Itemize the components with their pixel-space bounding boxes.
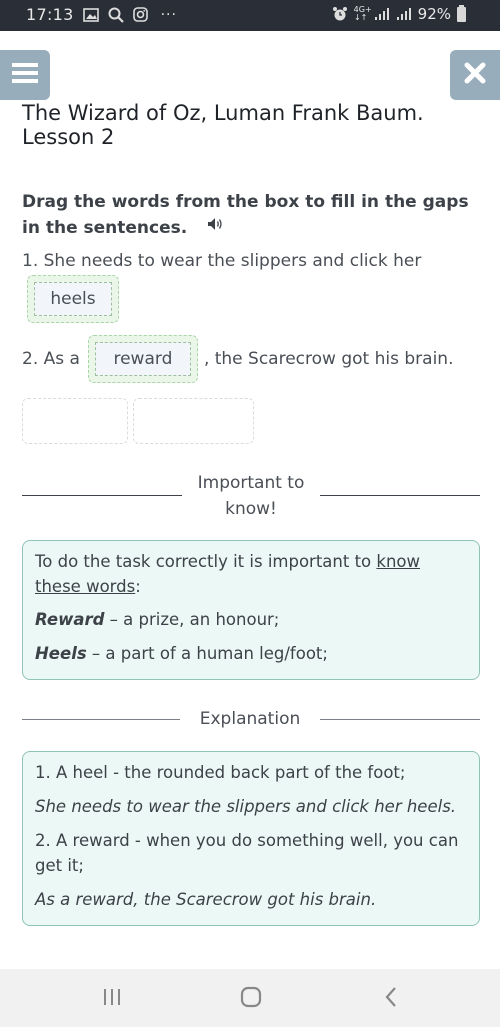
- explanation-heading: Explanation: [199, 709, 301, 729]
- network-type: 4G+: [353, 5, 372, 14]
- explanation-line: 2. A reward - when you do something well…: [35, 831, 459, 875]
- important-divider: Important to know!: [22, 470, 480, 525]
- divider-line: [22, 719, 180, 720]
- status-bar: 17:13 ··· 4G+ ↓↑ 92%: [0, 0, 500, 31]
- word-bank-slot[interactable]: [22, 398, 128, 444]
- word-chip-heels[interactable]: heels: [34, 282, 112, 316]
- gallery-icon: [82, 7, 99, 22]
- definition: – a part of a human leg/foot;: [86, 644, 328, 663]
- network-4g-icon: 4G+ ↓↑: [353, 5, 372, 22]
- intro-colon: :: [135, 577, 141, 596]
- alarm-icon: [332, 6, 348, 22]
- sentence-2-after: , the Scarecrow got his brain.: [203, 349, 454, 369]
- more-notifications-icon: ···: [160, 6, 177, 23]
- explanation-divider: Explanation: [22, 706, 480, 734]
- back-button[interactable]: [371, 985, 411, 1013]
- term: Heels: [35, 644, 87, 663]
- vocabulary-item: Reward – a prize, an honour;: [35, 607, 467, 632]
- definition: – a prize, an honour;: [104, 610, 280, 629]
- recent-apps-button[interactable]: [92, 985, 132, 1013]
- vocabulary-intro: To do the task correctly it is important…: [35, 549, 467, 599]
- signal-icon: [374, 7, 390, 21]
- sentence-2-before: 2. As a: [22, 349, 80, 369]
- hamburger-icon: [12, 62, 38, 88]
- instagram-icon: [132, 7, 148, 22]
- home-icon: [240, 986, 262, 1012]
- home-button[interactable]: [231, 985, 271, 1013]
- divider-line: [320, 719, 480, 720]
- sentence-1: 1. She needs to wear the slippers and cl…: [22, 251, 422, 271]
- divider-line: [22, 495, 182, 496]
- back-icon: [384, 986, 398, 1012]
- word-chip-reward[interactable]: reward: [94, 342, 191, 376]
- recent-apps-icon: [102, 988, 122, 1010]
- gap-2-drop-zone[interactable]: reward: [87, 335, 198, 383]
- battery-icon: [457, 4, 466, 22]
- search-icon: [108, 7, 124, 23]
- example-sentence: As a reward, the Scarecrow got his brain…: [35, 890, 377, 909]
- lesson-title: The Wizard of Oz, Luman Frank Baum. Less…: [22, 101, 424, 149]
- speaker-icon[interactable]: [207, 213, 225, 239]
- intro-text: To do the task correctly it is important…: [35, 552, 377, 571]
- close-button[interactable]: [450, 50, 500, 100]
- close-icon: [464, 62, 486, 88]
- navigation-bar: [0, 969, 500, 1027]
- vocabulary-item: Heels – a part of a human leg/foot;: [35, 641, 467, 666]
- term: Reward: [35, 610, 105, 629]
- sentence-2: 2. As a reward , the Scarecrow got his b…: [22, 335, 453, 383]
- word-bank-slot[interactable]: [133, 398, 254, 444]
- battery-percent: 92%: [417, 5, 451, 23]
- example-sentence: She needs to wear the slippers and click…: [35, 797, 457, 816]
- explanation-line: 1. A heel - the rounded back part of the…: [35, 763, 406, 782]
- clock: 17:13: [26, 5, 74, 24]
- menu-button[interactable]: [0, 50, 50, 100]
- instruction-text: Drag the words from the box to fill in t…: [22, 192, 469, 238]
- gap-1-drop-zone[interactable]: heels: [27, 275, 119, 323]
- divider-line: [320, 495, 480, 496]
- task-instruction: Drag the words from the box to fill in t…: [22, 189, 482, 241]
- important-heading: Important to know!: [197, 473, 305, 519]
- explanation-box: 1. A heel - the rounded back part of the…: [22, 751, 480, 926]
- signal-icon-2: [396, 7, 412, 21]
- vocabulary-box: To do the task correctly it is important…: [22, 540, 480, 680]
